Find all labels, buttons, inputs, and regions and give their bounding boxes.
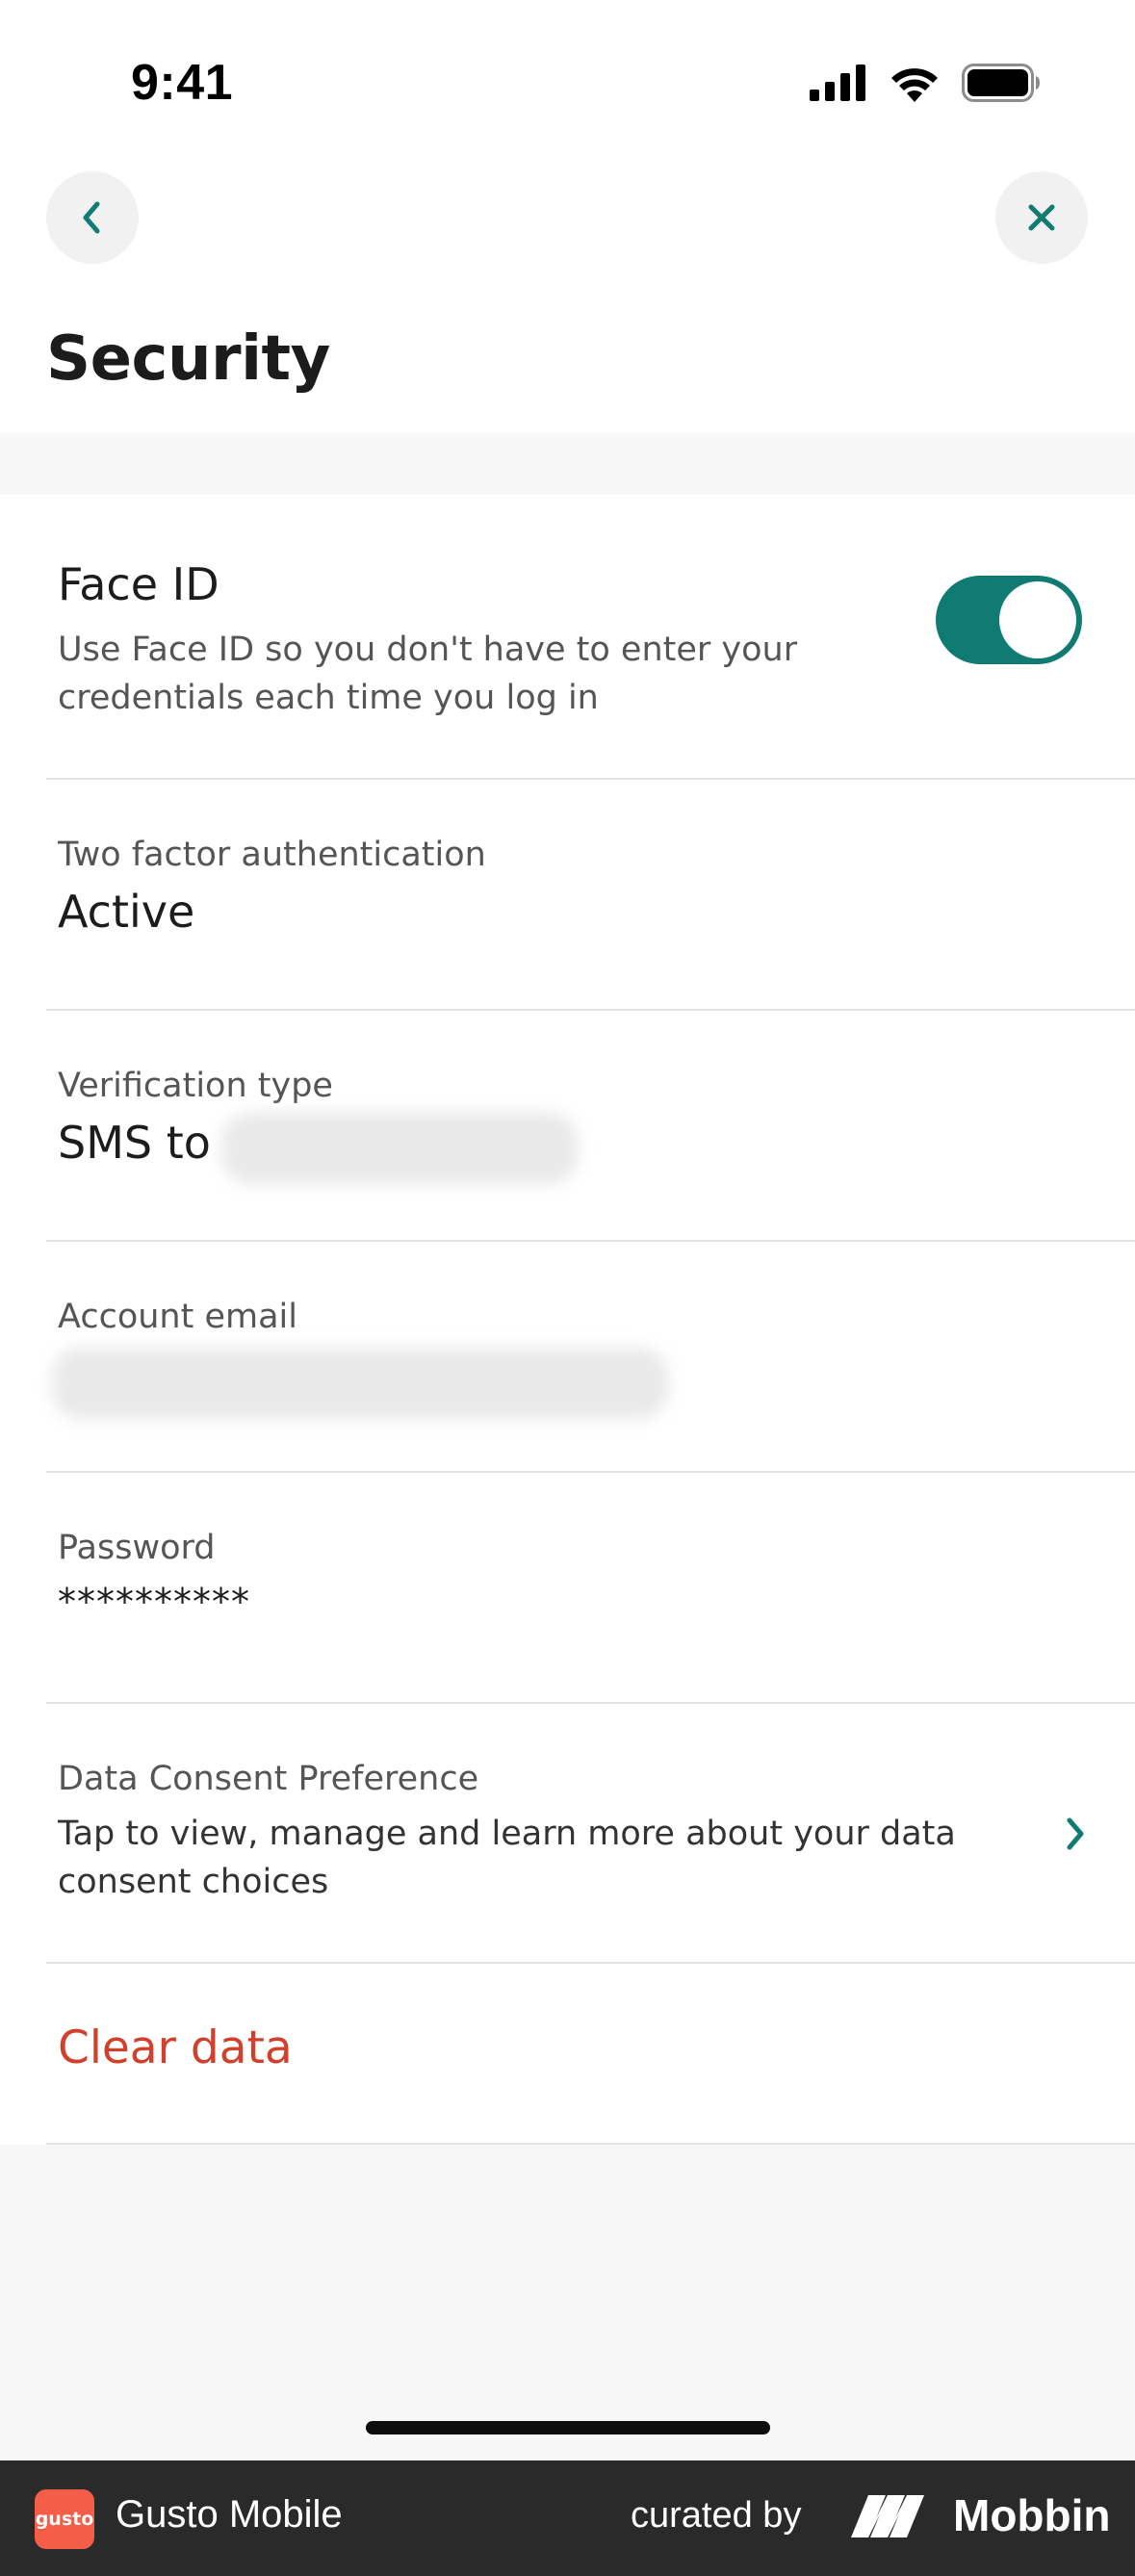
curated-by-text: curated by [631, 2495, 802, 2536]
face-id-toggle[interactable] [936, 576, 1082, 664]
verification-type-row[interactable]: Verification type SMS to [0, 1011, 1135, 1242]
attribution-footer: gusto Gusto Mobile curated by Mobbin [0, 2460, 1135, 2576]
gusto-logo: gusto [35, 2489, 94, 2549]
home-indicator [366, 2421, 770, 2434]
redacted-phone [221, 1113, 578, 1184]
clear-data-button[interactable]: Clear data [58, 2022, 293, 2074]
status-icons [810, 64, 1041, 102]
security-settings-list: Face ID Use Face ID so you don't have to… [0, 495, 1135, 2145]
status-time: 9:41 [131, 55, 234, 111]
verification-type-value: SMS to [58, 1117, 211, 1169]
redacted-email [52, 1348, 668, 1419]
two-factor-value: Active [58, 886, 195, 938]
chevron-right-icon [1067, 1817, 1084, 1850]
close-button[interactable] [995, 171, 1088, 264]
back-chevron-icon [83, 201, 100, 234]
face-id-title: Face ID [58, 558, 219, 610]
section-gap [0, 433, 1135, 495]
face-id-description-line1: Use Face ID so you don't have to enter y… [58, 631, 798, 669]
account-email-row[interactable]: Account email [0, 1242, 1135, 1473]
password-row[interactable]: Password ********** [0, 1473, 1135, 1704]
face-id-description-line2: credentials each time you log in [58, 679, 599, 717]
clear-data-row[interactable]: Clear data [0, 1964, 1135, 2145]
data-consent-description-line2: consent choices [58, 1863, 329, 1901]
data-consent-row[interactable]: Data Consent Preference Tap to view, man… [0, 1704, 1135, 1964]
password-label: Password [58, 1529, 216, 1567]
face-id-row: Face ID Use Face ID so you don't have to… [0, 495, 1135, 780]
divider [46, 2143, 1135, 2145]
two-factor-label: Two factor authentication [58, 836, 486, 874]
close-icon [1028, 204, 1055, 231]
battery-icon [962, 64, 1040, 102]
status-bar: 9:41 [0, 0, 1135, 164]
account-email-label: Account email [58, 1298, 297, 1336]
verification-type-label: Verification type [58, 1067, 333, 1105]
mobbin-brand: Mobbin [953, 2490, 1111, 2540]
mobbin-logo-icon [851, 2495, 924, 2537]
data-consent-label: Data Consent Preference [58, 1760, 479, 1798]
password-value: ********** [58, 1581, 250, 1623]
page-title: Security [46, 323, 330, 395]
two-factor-row[interactable]: Two factor authentication Active [0, 780, 1135, 1011]
cellular-signal-icon [810, 64, 865, 101]
toggle-knob [999, 581, 1076, 658]
wifi-icon [891, 68, 938, 102]
app-name: Gusto Mobile [116, 2493, 343, 2536]
data-consent-description-line1: Tap to view, manage and learn more about… [58, 1815, 956, 1853]
back-button[interactable] [46, 171, 139, 264]
